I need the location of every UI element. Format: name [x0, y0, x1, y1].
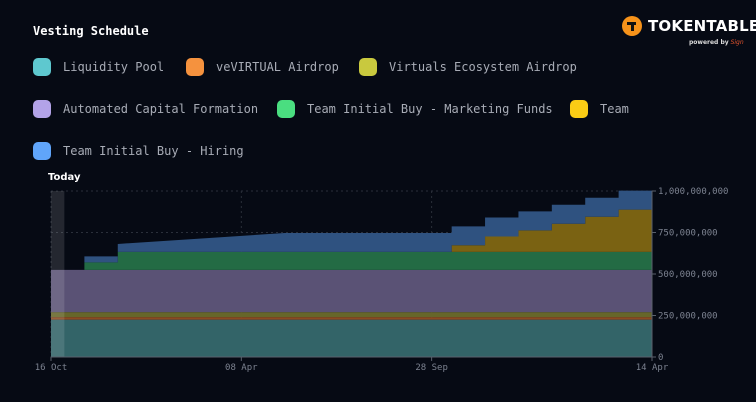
vesting-chart: Today 16 Oct 08 Apr 28 Sep 14 Apr0 250,000,00…: [35, 172, 729, 373]
y-tick-label: 1,000,000,000: [658, 187, 728, 197]
y-tick-label: 250,000,000: [658, 312, 718, 322]
y-tick-label: 0: [658, 353, 663, 363]
x-tick-label: 08 Apr: [225, 363, 258, 373]
today-label: Today: [48, 172, 81, 183]
today-marker: [51, 191, 65, 357]
area-team-initial-buy-marketing-funds: [51, 251, 652, 270]
x-tick-label: 14 Apr: [636, 363, 669, 373]
area-automated-capital-formation: [51, 269, 652, 313]
area-liquidity-pool: [51, 319, 652, 357]
area-virtuals-ecosystem-airdrop: [51, 312, 652, 318]
y-tick-label: 750,000,000: [658, 229, 718, 239]
x-tick-label: 28 Sep: [415, 363, 448, 373]
y-tick-label: 500,000,000: [658, 270, 718, 280]
area-vevirtual-airdrop: [51, 317, 652, 320]
x-tick-label: 16 Oct: [35, 363, 68, 373]
